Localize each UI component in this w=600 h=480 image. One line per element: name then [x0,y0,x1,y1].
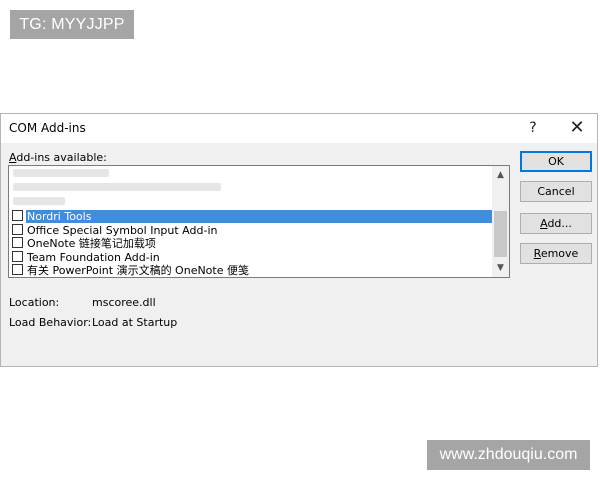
com-addins-dialog: COM Add-ins ? ✕ Add-ins available: Nordr… [0,113,598,367]
addin-label: Team Foundation Add-in [27,251,160,264]
addin-checkbox[interactable] [12,237,23,248]
add-button[interactable]: Add... [520,213,592,234]
scroll-down-arrow-icon[interactable]: ▼ [492,260,509,276]
dialog-title: COM Add-ins [9,121,86,135]
location-label: Location: [9,296,60,309]
remove-button[interactable]: Remove [520,243,592,264]
page: TG: MYYJJPP COM Add-ins ? ✕ Add-ins avai… [0,0,600,480]
scroll-thumb[interactable] [494,211,507,257]
location-value: mscoree.dll [92,296,156,309]
addin-label: 有关 PowerPoint 演示文稿的 OneNote 便笺 [27,264,249,277]
watermark: www.zhdouqiu.com [427,440,590,470]
addin-item-office-special-symbol[interactable]: Office Special Symbol Input Add-in [9,224,493,237]
addin-label: Nordri Tools [26,210,493,223]
obscured-row [13,197,65,205]
addin-label: Office Special Symbol Input Add-in [27,224,218,237]
obscured-row [13,183,221,191]
addin-item-team-foundation[interactable]: Team Foundation Add-in [9,251,493,264]
title-bar: COM Add-ins ? ✕ [1,114,597,143]
remove-mnemonic: R [533,247,541,260]
cancel-button[interactable]: Cancel [520,181,592,202]
remove-text: emove [540,247,579,260]
addins-available-label: Add-ins available: [9,151,107,164]
addins-listbox[interactable]: Nordri Tools Office Special Symbol Input… [8,165,510,278]
addin-label: OneNote 链接笔记加载项 [27,237,156,250]
addin-item-nordri-tools[interactable]: Nordri Tools [9,210,493,223]
addin-item-powerpoint-onenote-notes[interactable]: 有关 PowerPoint 演示文稿的 OneNote 便笺 [9,264,493,277]
addin-checkbox[interactable] [12,210,23,221]
load-behavior-label: Load Behavior: [9,316,92,329]
addins-available-text: dd-ins available: [16,151,107,164]
tg-label: TG: MYYJJPP [10,10,134,39]
addin-checkbox[interactable] [12,264,23,275]
add-text: dd... [547,217,572,230]
ok-button[interactable]: OK [520,151,592,172]
help-button[interactable]: ? [521,117,545,139]
obscured-row [13,169,109,177]
load-behavior-value: Load at Startup [92,316,178,329]
addin-checkbox[interactable] [12,251,23,262]
listbox-scrollbar[interactable]: ▲ ▼ [492,166,509,277]
addin-checkbox[interactable] [12,224,23,235]
close-button[interactable]: ✕ [563,117,591,139]
scroll-up-arrow-icon[interactable]: ▲ [492,167,509,183]
addin-item-onenote-link-notes[interactable]: OneNote 链接笔记加载项 [9,237,493,250]
